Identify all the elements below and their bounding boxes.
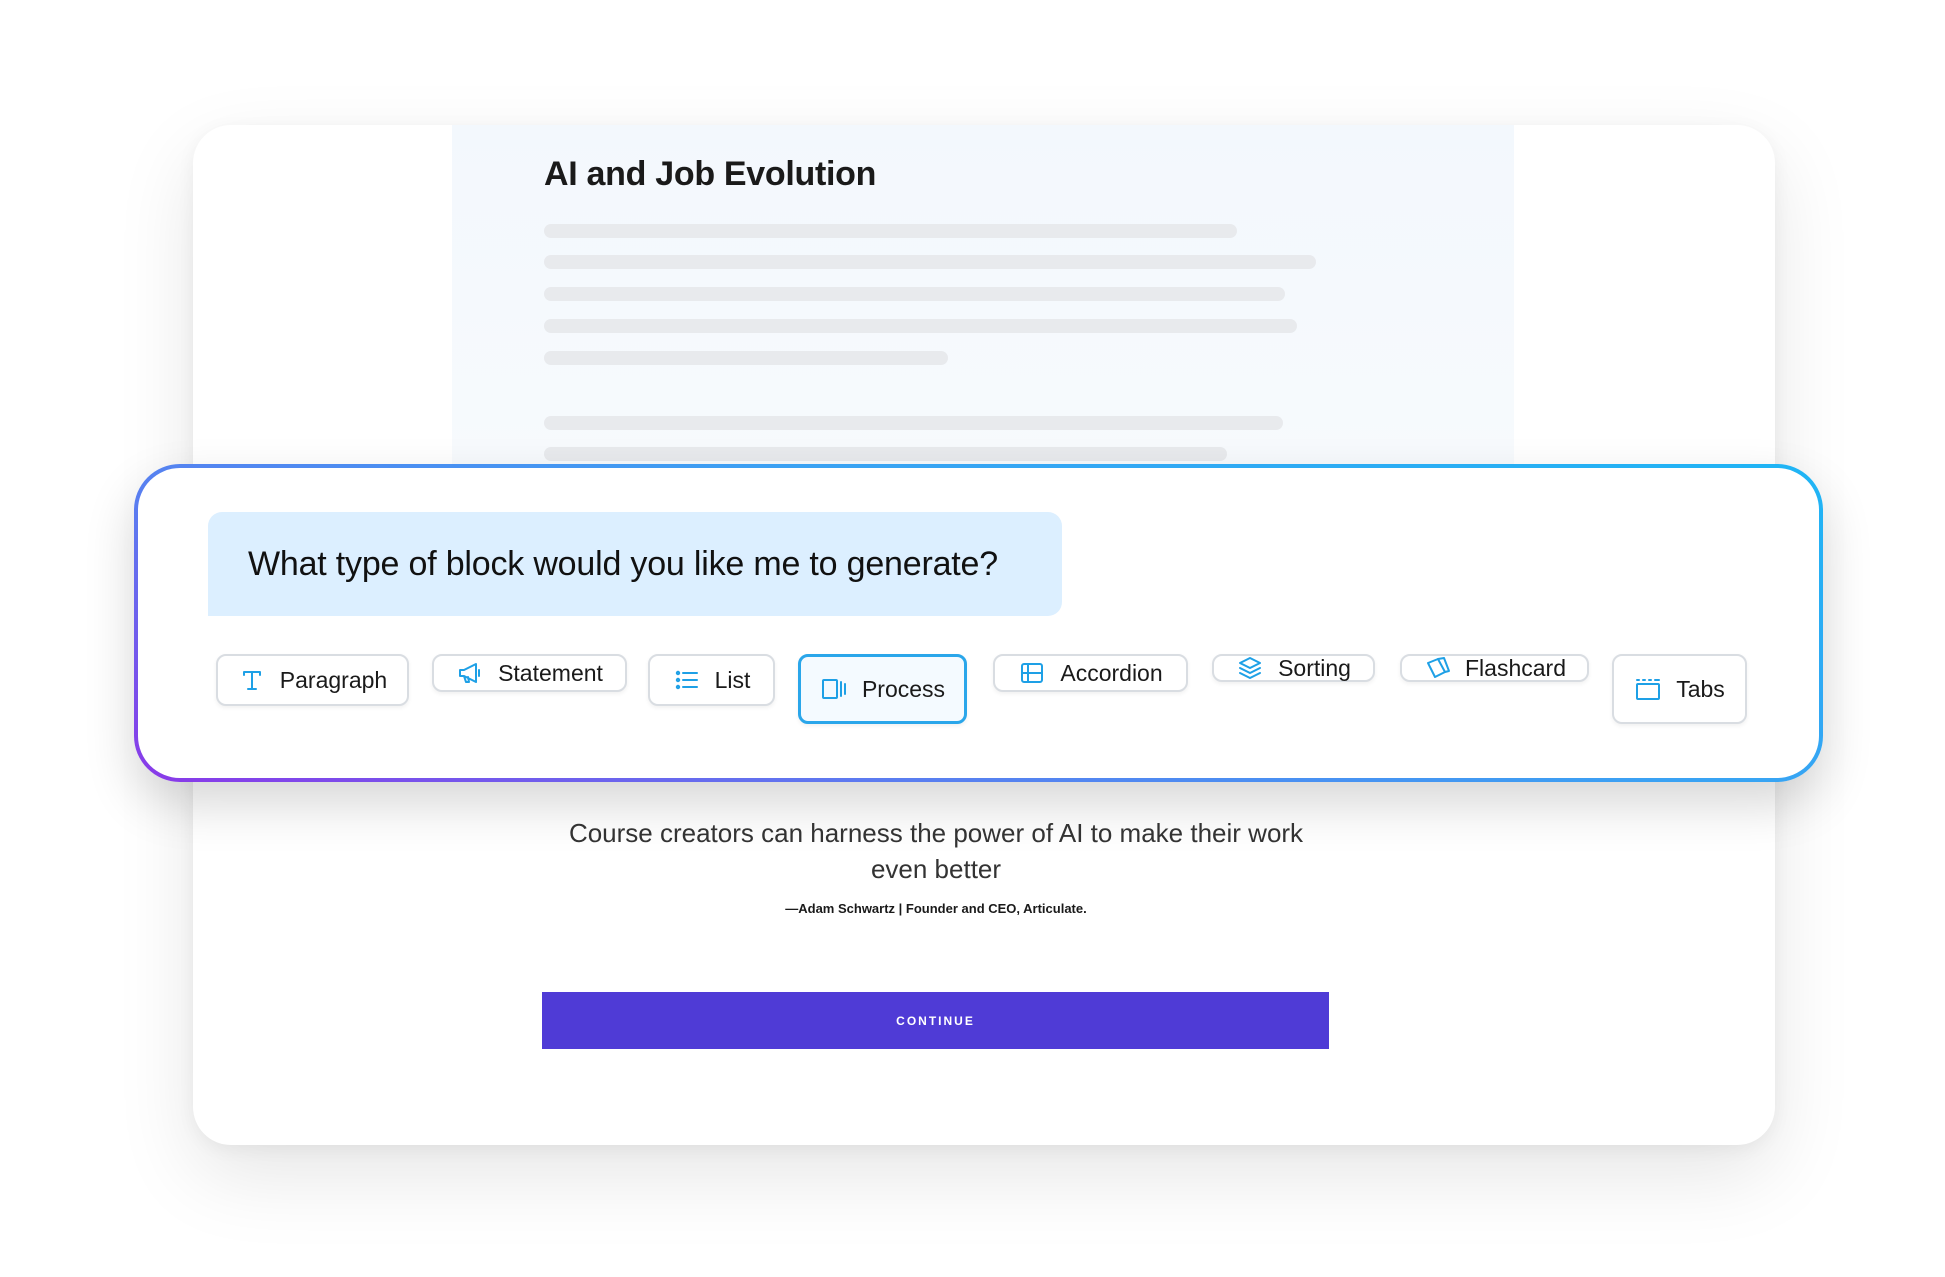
page: AI and Job Evolution What type of block … — [0, 0, 1945, 1277]
placeholder-text-line — [544, 287, 1285, 301]
ai-prompt-question: What type of block would you like me to … — [248, 544, 998, 583]
block-option-tabs[interactable]: Tabs — [1612, 654, 1747, 724]
block-option-label: Sorting — [1278, 654, 1351, 681]
block-option-flashcard[interactable]: Flashcard — [1400, 654, 1589, 682]
block-option-list[interactable]: List — [648, 654, 775, 706]
block-option-label: Tabs — [1676, 675, 1725, 702]
block-option-label: Statement — [498, 659, 603, 686]
continue-button[interactable]: CONTINUE — [542, 992, 1329, 1049]
placeholder-text-line — [544, 447, 1227, 461]
process-steps-icon — [820, 675, 848, 703]
placeholder-text-line — [544, 351, 948, 365]
block-option-label: Paragraph — [279, 666, 388, 693]
flashcard-icon — [1423, 654, 1451, 682]
block-option-statement[interactable]: Statement — [432, 654, 627, 692]
lesson-title: AI and Job Evolution — [544, 155, 877, 193]
block-option-label: List — [714, 666, 751, 693]
block-option-label: Flashcard — [1465, 654, 1566, 681]
placeholder-text-line — [544, 224, 1237, 238]
tabs-icon — [1634, 675, 1662, 703]
placeholder-text-line — [544, 255, 1316, 269]
stacked-layers-icon — [1236, 654, 1264, 682]
block-option-accordion[interactable]: Accordion — [993, 654, 1188, 692]
block-option-process[interactable]: Process — [798, 654, 967, 724]
block-option-label: Process — [861, 675, 946, 702]
ai-panel-body: What type of block would you like me to … — [138, 468, 1819, 778]
quote-attribution: —Adam Schwartz | Founder and CEO, Articu… — [785, 901, 1087, 916]
quote-text: Course creators can harness the power of… — [568, 818, 1304, 884]
block-option-paragraph[interactable]: Paragraph — [216, 654, 409, 706]
block-option-sorting[interactable]: Sorting — [1212, 654, 1375, 682]
ai-block-generator-panel: What type of block would you like me to … — [134, 464, 1823, 782]
block-option-label: Accordion — [1060, 659, 1163, 686]
placeholder-text-line — [544, 416, 1283, 430]
accordion-icon — [1018, 659, 1046, 687]
ai-prompt-bubble: What type of block would you like me to … — [208, 512, 1062, 616]
megaphone-icon — [456, 659, 484, 687]
text-t-icon — [238, 666, 266, 694]
bulleted-list-icon — [673, 666, 701, 694]
placeholder-text-line — [544, 319, 1297, 333]
